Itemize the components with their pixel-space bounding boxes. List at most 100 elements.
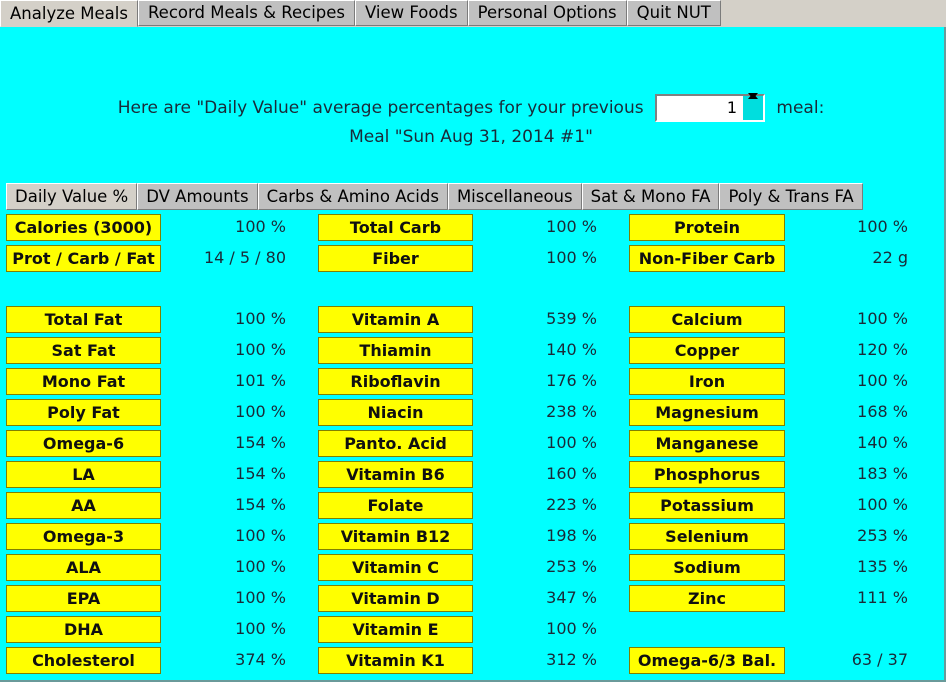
caret-down-icon — [748, 93, 758, 99]
nutrient-label[interactable]: Vitamin A — [318, 306, 473, 333]
nutrient-value: 223 % — [546, 495, 597, 514]
nutrient-label[interactable]: ALA — [6, 554, 161, 581]
nutrient-value: 539 % — [546, 309, 597, 328]
nutrient-label[interactable]: Zinc — [629, 585, 785, 612]
nutrient-label[interactable]: Fiber — [318, 245, 473, 272]
nutrient-value: 100 % — [546, 248, 597, 267]
nutrient-label[interactable]: Total Carb — [318, 214, 473, 241]
nutrient-value: 183 % — [857, 464, 908, 483]
nutrient-label[interactable]: Sat Fat — [6, 337, 161, 364]
nutrient-label[interactable]: Cholesterol — [6, 647, 161, 674]
nutrient-label[interactable]: Magnesium — [629, 399, 785, 426]
header-text-before: Here are "Daily Value" average percentag… — [117, 98, 644, 118]
nutrient-value: 100 % — [235, 619, 286, 638]
nutrient-label[interactable]: Vitamin B6 — [318, 461, 473, 488]
menu-tab-quit-nut[interactable]: Quit NUT — [626, 0, 721, 26]
nutrient-value: 22 g — [872, 248, 908, 267]
nutrient-label[interactable]: Vitamin E — [318, 616, 473, 643]
nutrient-value: 101 % — [235, 371, 286, 390]
nutrient-label[interactable]: Omega-6 — [6, 430, 161, 457]
nutrient-label[interactable]: Omega-6/3 Bal. — [629, 647, 785, 674]
nutrient-value: 100 % — [235, 588, 286, 607]
meal-index-stepper[interactable]: 1 — [655, 93, 765, 122]
nutrient-value: 100 % — [857, 309, 908, 328]
client-area: Here are "Daily Value" average percentag… — [0, 27, 946, 682]
nutrient-value: 176 % — [546, 371, 597, 390]
meal-index-value[interactable]: 1 — [657, 96, 741, 120]
nutrient-value: 198 % — [546, 526, 597, 545]
nutrient-label[interactable]: Potassium — [629, 492, 785, 519]
nutrient-value: 100 % — [235, 402, 286, 421]
stepper-buttons[interactable] — [743, 93, 763, 120]
nutrient-value: 100 % — [235, 309, 286, 328]
nutrient-value: 312 % — [546, 650, 597, 669]
nutrient-label[interactable]: Vitamin B12 — [318, 523, 473, 550]
nutrient-label[interactable]: Protein — [629, 214, 785, 241]
nutrient-label[interactable]: Riboflavin — [318, 368, 473, 395]
nutrient-label[interactable]: Thiamin — [318, 337, 473, 364]
nutrient-label[interactable]: Vitamin C — [318, 554, 473, 581]
nutrient-value: 154 % — [235, 495, 286, 514]
tab-daily-value[interactable]: Daily Value % — [6, 183, 138, 210]
nutrient-label[interactable]: DHA — [6, 616, 161, 643]
nutrient-value: 100 % — [857, 495, 908, 514]
menu-tab-analyze-meals[interactable]: Analyze Meals — [0, 0, 138, 27]
header-text-after: meal: — [776, 98, 825, 118]
nutrient-label[interactable]: Panto. Acid — [318, 430, 473, 457]
main-menu-bar: Analyze Meals Record Meals & Recipes View … — [0, 0, 946, 27]
nutrient-value: 100 % — [546, 217, 597, 236]
tab-carbs-amino-acids[interactable]: Carbs & Amino Acids — [257, 183, 448, 210]
tab-poly-trans-fa[interactable]: Poly & Trans FA — [719, 183, 863, 210]
header-sentence: Here are "Daily Value" average percentag… — [0, 93, 942, 122]
nutrient-value: 140 % — [857, 433, 908, 452]
nutrient-value: 135 % — [857, 557, 908, 576]
nutrient-value: 154 % — [235, 464, 286, 483]
nutrient-label[interactable]: Vitamin D — [318, 585, 473, 612]
nutrient-value: 253 % — [857, 526, 908, 545]
nutrient-value: 168 % — [857, 402, 908, 421]
nutrient-value: 347 % — [546, 588, 597, 607]
nutrient-label[interactable]: Poly Fat — [6, 399, 161, 426]
nutrient-label[interactable]: Calcium — [629, 306, 785, 333]
tab-dv-amounts[interactable]: DV Amounts — [137, 183, 258, 210]
nutrient-value: 160 % — [546, 464, 597, 483]
nutrient-label[interactable]: Vitamin K1 — [318, 647, 473, 674]
nutrient-value: 100 % — [857, 371, 908, 390]
nutrient-label[interactable]: Phosphorus — [629, 461, 785, 488]
nutrient-label[interactable]: Manganese — [629, 430, 785, 457]
nutrient-label[interactable]: AA — [6, 492, 161, 519]
nutrient-value: 111 % — [857, 588, 908, 607]
nutrient-label[interactable]: Mono Fat — [6, 368, 161, 395]
nutrient-label[interactable]: Sodium — [629, 554, 785, 581]
nutrient-label[interactable]: Calories (3000) — [6, 214, 161, 241]
tab-sat-mono-fa[interactable]: Sat & Mono FA — [581, 183, 720, 210]
nutrient-value: 100 % — [235, 340, 286, 359]
nutrient-label[interactable]: Prot / Carb / Fat — [6, 245, 161, 272]
nutrient-label[interactable]: Copper — [629, 337, 785, 364]
nutrient-view-tabs: Daily Value % DV Amounts Carbs & Amino Aci… — [6, 183, 863, 211]
menu-tab-personal-options[interactable]: Personal Options — [467, 0, 627, 26]
nutrient-label[interactable]: Non-Fiber Carb — [629, 245, 785, 272]
nutrient-label[interactable]: LA — [6, 461, 161, 488]
nutrient-value: 238 % — [546, 402, 597, 421]
nutrient-value: 100 % — [235, 557, 286, 576]
menu-tab-record-meals-recipes[interactable]: Record Meals & Recipes — [137, 0, 355, 26]
nutrient-value: 100 % — [235, 526, 286, 545]
nutrient-value: 100 % — [546, 619, 597, 638]
nutrient-label[interactable]: Omega-3 — [6, 523, 161, 550]
nutrient-label[interactable]: Folate — [318, 492, 473, 519]
nutrient-value: 140 % — [546, 340, 597, 359]
nutrient-value: 100 % — [235, 217, 286, 236]
nutrient-value: 154 % — [235, 433, 286, 452]
nutrient-value: 63 / 37 — [851, 650, 908, 669]
nutrient-value: 120 % — [857, 340, 908, 359]
nutrient-label[interactable]: Selenium — [629, 523, 785, 550]
nutrient-value: 100 % — [857, 217, 908, 236]
nutrient-label[interactable]: Niacin — [318, 399, 473, 426]
nutrient-label[interactable]: Iron — [629, 368, 785, 395]
menu-tab-view-foods[interactable]: View Foods — [355, 0, 468, 26]
nutrient-label[interactable]: Total Fat — [6, 306, 161, 333]
nutrient-label[interactable]: EPA — [6, 585, 161, 612]
tab-miscellaneous[interactable]: Miscellaneous — [447, 183, 582, 210]
nutrient-value: 100 % — [546, 433, 597, 452]
